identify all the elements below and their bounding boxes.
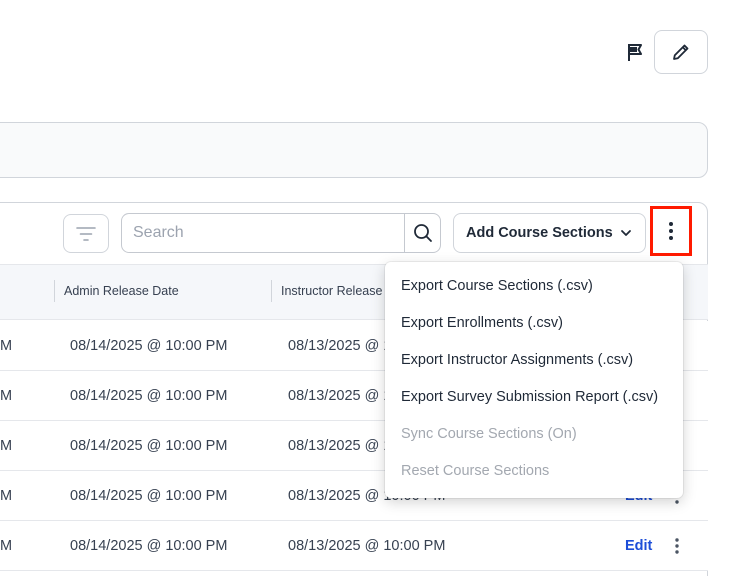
row-partial-time: M	[0, 538, 13, 554]
column-header-admin-release-date[interactable]: Admin Release Date	[64, 284, 179, 298]
menu-item-sync-course-sections: Sync Course Sections (On)	[401, 426, 577, 442]
menu-item-reset-course-sections: Reset Course Sections	[401, 463, 550, 479]
more-vertical-icon	[669, 222, 673, 240]
search-icon	[413, 224, 432, 242]
more-actions-menu: Export Course Sections (.csv) Export Enr…	[385, 262, 683, 498]
edit-page-button[interactable]	[654, 30, 708, 74]
flag-button[interactable]	[622, 38, 648, 66]
row-admin-release: 08/14/2025 @ 10:00 PM	[70, 488, 228, 504]
column-divider	[54, 280, 55, 302]
column-divider	[271, 280, 272, 302]
menu-item-export-course-sections[interactable]: Export Course Sections (.csv)	[401, 278, 593, 294]
flag-icon	[628, 44, 642, 61]
row-partial-time: M	[0, 438, 13, 454]
search-input[interactable]	[122, 214, 404, 252]
row-partial-time: M	[0, 388, 13, 404]
search-button[interactable]	[404, 214, 440, 252]
menu-item-export-instructor-assignments[interactable]: Export Instructor Assignments (.csv)	[401, 352, 633, 368]
row-admin-release: 08/14/2025 @ 10:00 PM	[70, 388, 228, 404]
row-instructor-release: 08/13/2025 @ 10:00 PM	[288, 538, 446, 554]
pencil-icon	[673, 44, 689, 60]
more-vertical-icon	[675, 538, 679, 554]
more-actions-button[interactable]	[650, 206, 692, 256]
row-partial-time: M	[0, 338, 13, 354]
row-partial-time: M	[0, 488, 13, 504]
row-admin-release: 08/14/2025 @ 10:00 PM	[70, 538, 228, 554]
info-panel	[0, 122, 708, 178]
filter-icon	[76, 226, 96, 241]
row-admin-release: 08/14/2025 @ 10:00 PM	[70, 338, 228, 354]
menu-item-export-survey-submission-report[interactable]: Export Survey Submission Report (.csv)	[401, 389, 658, 405]
add-course-sections-label: Add Course Sections	[466, 225, 613, 241]
menu-item-export-enrollments[interactable]: Export Enrollments (.csv)	[401, 315, 563, 331]
chevron-down-icon	[621, 230, 631, 236]
row-more-button[interactable]	[669, 535, 685, 557]
row-edit-link[interactable]: Edit	[625, 538, 652, 554]
row-admin-release: 08/14/2025 @ 10:00 PM	[70, 438, 228, 454]
add-course-sections-button[interactable]: Add Course Sections	[453, 213, 646, 253]
filter-button[interactable]	[63, 214, 109, 253]
search-box	[121, 213, 441, 253]
column-header-instructor-release[interactable]: Instructor Release	[281, 284, 382, 298]
